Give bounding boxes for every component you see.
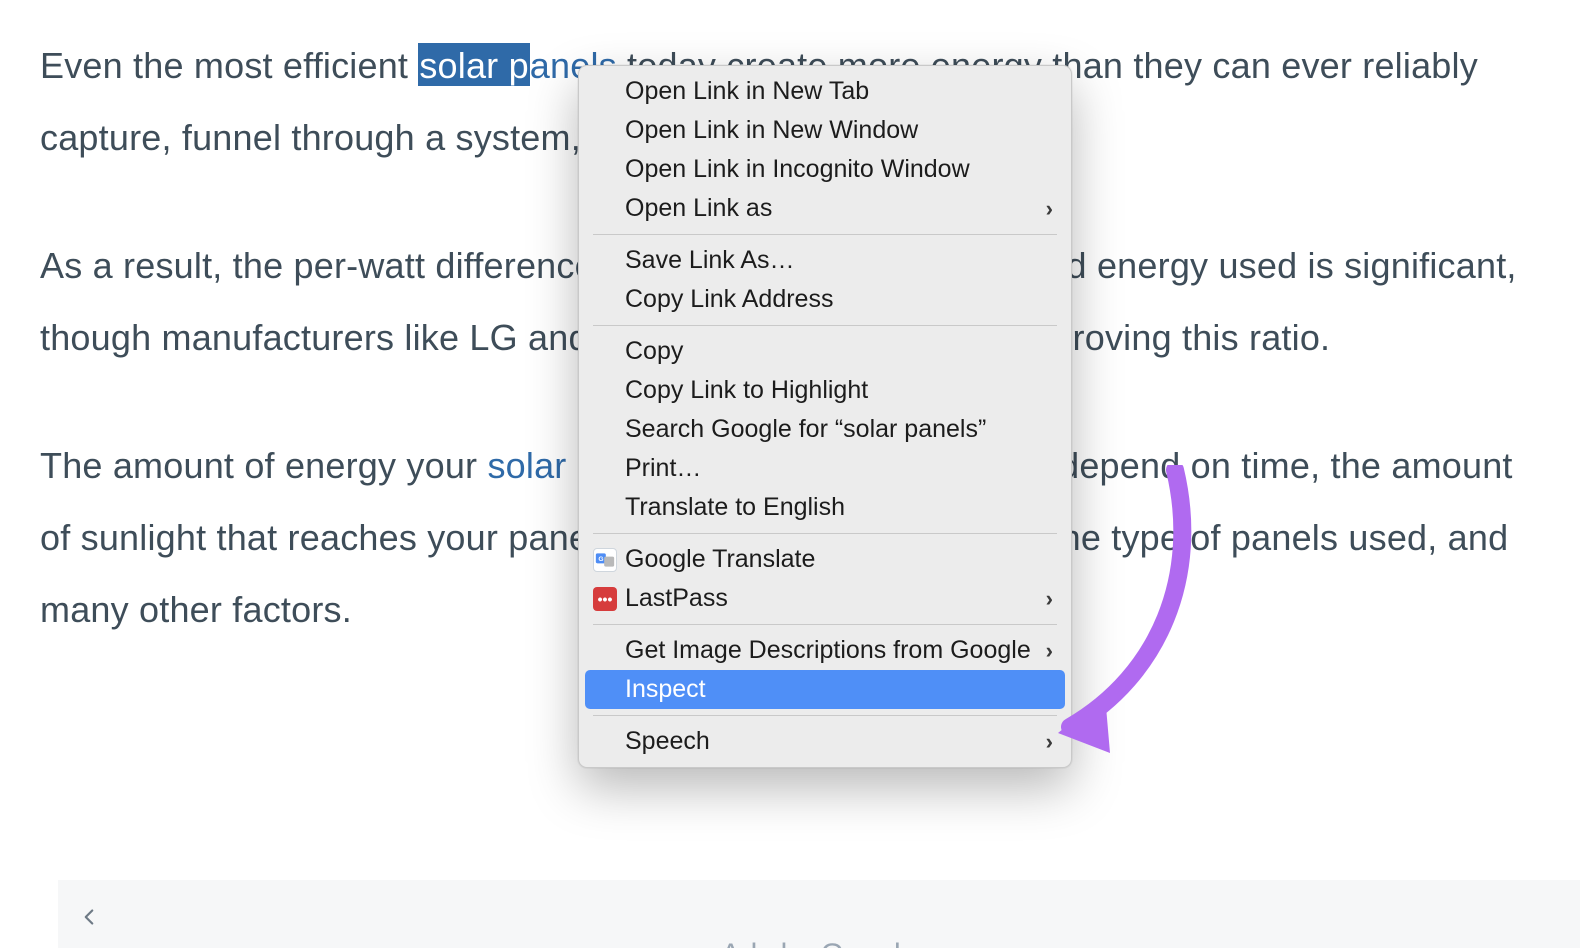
menu-item-label: Open Link as — [625, 194, 772, 223]
menu-item-label: Speech — [625, 727, 710, 756]
menu-item-label: Translate to English — [625, 493, 845, 522]
menu-search-google[interactable]: Search Google for “solar panels” — [579, 410, 1071, 449]
menu-separator — [593, 533, 1057, 534]
context-menu: Open Link in New Tab Open Link in New Wi… — [578, 65, 1072, 768]
menu-item-label: Search Google for “solar panels” — [625, 415, 986, 444]
menu-ext-google-translate[interactable]: G Google Translate — [579, 540, 1071, 579]
menu-item-label: Open Link in New Tab — [625, 77, 869, 106]
menu-item-label: Copy — [625, 337, 683, 366]
menu-ext-lastpass[interactable]: ••• LastPass › — [579, 579, 1071, 618]
menu-open-link-new-tab[interactable]: Open Link in New Tab — [579, 72, 1071, 111]
menu-item-label: Get Image Descriptions from Google — [625, 636, 1031, 665]
menu-print[interactable]: Print… — [579, 449, 1071, 488]
chevron-right-icon: › — [1046, 638, 1053, 664]
ads-by-google-label: Ads by Google — [721, 938, 918, 948]
text: The amount of energy your — [40, 445, 487, 486]
menu-copy-link-address[interactable]: Copy Link Address — [579, 280, 1071, 319]
menu-separator — [593, 624, 1057, 625]
menu-item-label: Google Translate — [625, 545, 815, 574]
google-translate-icon: G — [593, 548, 617, 572]
menu-item-label: Copy Link Address — [625, 285, 833, 314]
text: Even the most efficient — [40, 45, 418, 86]
menu-separator — [593, 715, 1057, 716]
menu-translate-english[interactable]: Translate to English — [579, 488, 1071, 527]
chevron-right-icon: › — [1046, 586, 1053, 612]
menu-copy-link-highlight[interactable]: Copy Link to Highlight — [579, 371, 1071, 410]
menu-save-link-as[interactable]: Save Link As… — [579, 241, 1071, 280]
menu-item-label: Save Link As… — [625, 246, 795, 275]
selected-text: solar p — [418, 43, 529, 86]
menu-speech[interactable]: Speech › — [579, 722, 1071, 761]
menu-item-label: Inspect — [625, 675, 706, 704]
menu-open-link-new-window[interactable]: Open Link in New Window — [579, 111, 1071, 150]
menu-copy[interactable]: Copy — [579, 332, 1071, 371]
menu-item-label: Open Link in New Window — [625, 116, 918, 145]
lastpass-icon: ••• — [593, 587, 617, 611]
menu-item-label: Open Link in Incognito Window — [625, 155, 970, 184]
menu-item-label: Print… — [625, 454, 701, 483]
chevron-right-icon: › — [1046, 729, 1053, 755]
menu-separator — [593, 234, 1057, 235]
menu-item-label: LastPass — [625, 584, 728, 613]
menu-get-image-descriptions[interactable]: Get Image Descriptions from Google › — [579, 631, 1071, 670]
svg-text:G: G — [598, 555, 603, 562]
menu-item-label: Copy Link to Highlight — [625, 376, 868, 405]
back-arrow-icon[interactable] — [70, 898, 108, 936]
menu-open-link-as[interactable]: Open Link as › — [579, 189, 1071, 228]
menu-inspect[interactable]: Inspect — [585, 670, 1065, 709]
menu-separator — [593, 325, 1057, 326]
ads-bar: Ads by Google — [58, 880, 1580, 948]
chevron-right-icon: › — [1046, 196, 1053, 222]
menu-open-link-incognito[interactable]: Open Link in Incognito Window — [579, 150, 1071, 189]
